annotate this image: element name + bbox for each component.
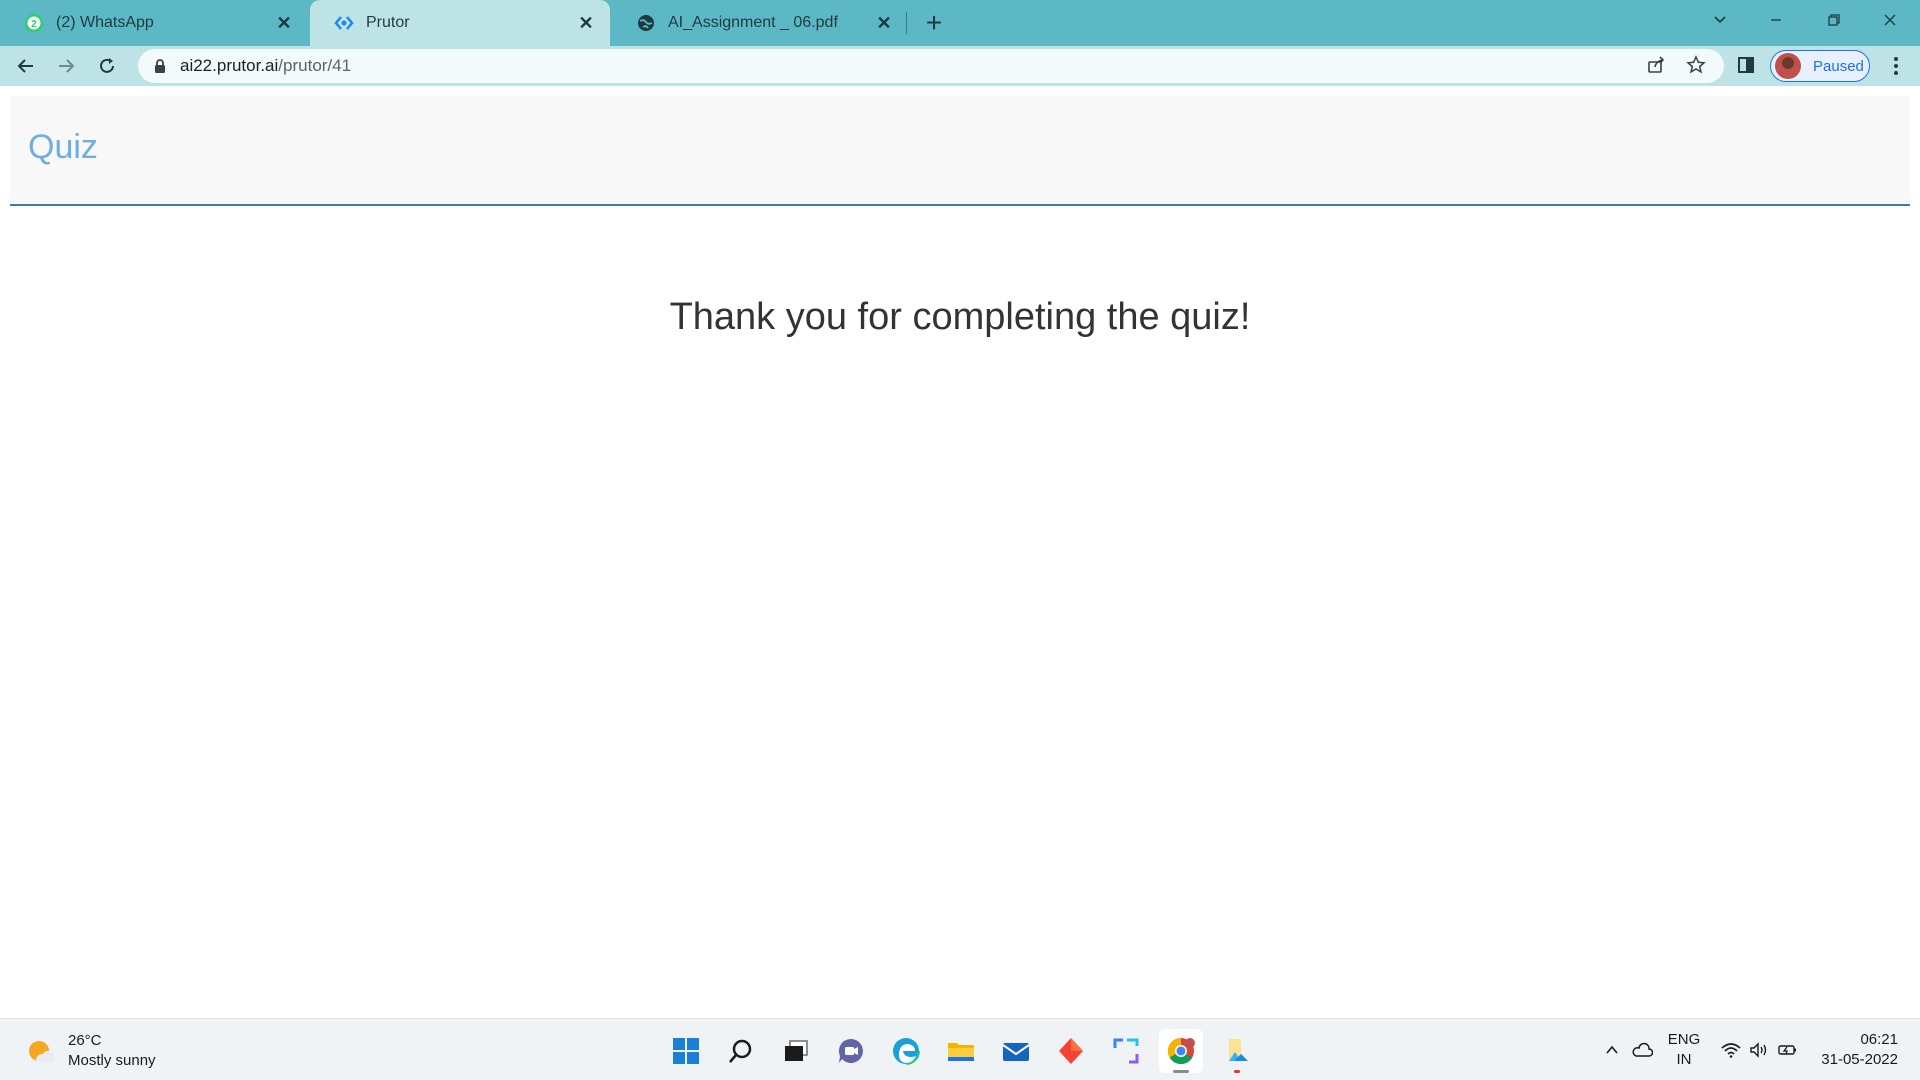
mail-icon[interactable] [994,1029,1038,1073]
restore-icon[interactable] [1806,0,1862,40]
tab-whatsapp[interactable]: 2 (2) WhatsApp ✕ [0,0,308,46]
tab-divider [906,12,907,34]
browser-toolbar: ai22.prutor.ai/prutor/41 Paused [0,46,1920,86]
clock-time: 06:21 [1860,1031,1898,1048]
lock-icon[interactable] [152,58,168,74]
clock[interactable]: 06:21 31-05-2022 [1808,1019,1898,1080]
close-tab-icon[interactable]: ✕ [874,13,894,33]
quiz-header: Quiz [10,96,1910,206]
show-hidden-icons[interactable] [1598,1019,1626,1080]
side-panel-icon[interactable] [1735,54,1757,76]
onedrive-icon[interactable] [1628,1019,1656,1080]
minimize-icon[interactable] [1748,0,1804,40]
clock-date: 31-05-2022 [1821,1051,1898,1068]
close-tab-icon[interactable]: ✕ [274,13,294,33]
language-indicator[interactable]: ENG IN [1664,1019,1704,1080]
whatsapp-icon: 2 [24,13,44,33]
photos-icon[interactable] [1214,1029,1258,1073]
weather-condition: Mostly sunny [68,1052,156,1069]
tab-title: Prutor [366,14,410,31]
page-content: Quiz Thank you for completing the quiz! [0,86,1920,1018]
snipping-tool-icon[interactable] [1104,1029,1148,1073]
address-bar[interactable]: ai22.prutor.ai/prutor/41 [138,49,1724,83]
url-host: ai22.prutor.ai [180,56,279,75]
back-button[interactable] [10,50,42,82]
reload-button[interactable] [91,50,123,82]
globe-icon [636,13,656,33]
url-path: /prutor/41 [278,56,352,75]
volume-icon[interactable] [1746,1019,1772,1080]
close-tab-icon[interactable]: ✕ [576,13,596,33]
tab-search-icon[interactable] [1692,0,1748,40]
avatar [1775,53,1801,79]
tab-title: (2) WhatsApp [56,14,154,31]
weather-temperature: 26°C [68,1032,102,1049]
start-icon[interactable] [664,1029,708,1073]
bookmark-star-icon[interactable] [1685,54,1707,76]
profile-status: Paused [1813,57,1864,75]
tab-pdf[interactable]: AI_Assignment _ 06.pdf ✕ [612,0,908,46]
prutor-icon [334,13,354,33]
office-icon[interactable] [1049,1029,1093,1073]
tab-prutor[interactable]: Prutor ✕ [310,0,610,46]
svg-text:2: 2 [31,19,37,30]
file-explorer-icon[interactable] [939,1029,983,1073]
chat-icon[interactable] [829,1029,873,1073]
forward-button[interactable] [50,50,82,82]
chrome-icon[interactable] [1159,1029,1203,1073]
taskbar: 26°C Mostly sunny ENG IN 06:21 31-05-202… [0,1018,1920,1080]
task-view-icon[interactable] [774,1029,818,1073]
menu-icon[interactable] [1882,52,1910,80]
partly-sunny-icon [24,1035,56,1067]
tab-strip: 2 (2) WhatsApp ✕ Prutor ✕ AI_Assignment … [0,0,1920,46]
active-app-indicator [1173,1070,1189,1073]
region-code: IN [1676,1051,1692,1068]
profile-button[interactable]: Paused [1770,50,1870,82]
language-code: ENG [1667,1031,1701,1048]
share-icon[interactable] [1645,54,1667,76]
weather-widget[interactable]: 26°C Mostly sunny [24,1031,156,1071]
close-window-icon[interactable] [1862,0,1918,40]
url-text: ai22.prutor.ai/prutor/41 [180,56,351,76]
completion-message: Thank you for completing the quiz! [669,296,1251,338]
edge-icon[interactable] [884,1029,928,1073]
running-app-indicator [1234,1070,1240,1073]
new-tab-button[interactable]: + [918,8,950,40]
page-title: Quiz [28,128,98,166]
wifi-icon[interactable] [1718,1019,1744,1080]
battery-icon[interactable] [1774,1019,1800,1080]
search-icon[interactable] [719,1029,763,1073]
tab-title: AI_Assignment _ 06.pdf [668,14,838,31]
